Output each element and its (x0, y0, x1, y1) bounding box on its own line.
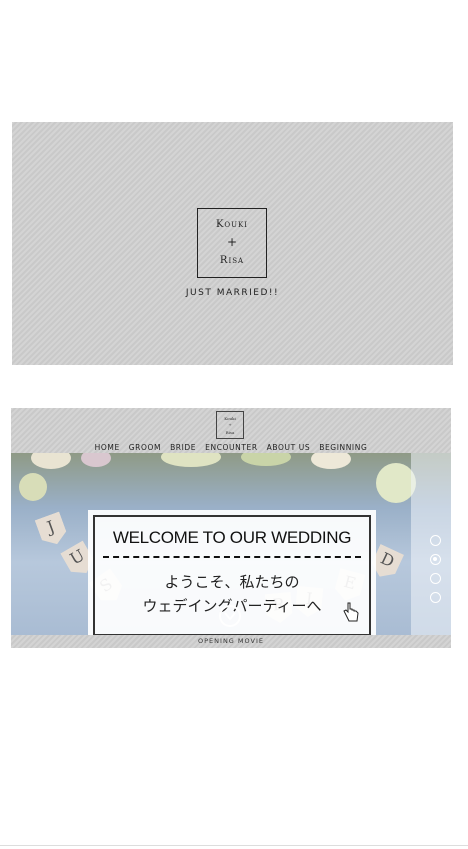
slide-dot-4[interactable] (430, 592, 441, 603)
nav-beginning[interactable]: BEGINNING (319, 443, 367, 452)
bunting-pennant: J (35, 511, 70, 548)
nav-bride[interactable]: BRIDE (170, 443, 196, 452)
nav-about-us[interactable]: ABOUT US (267, 443, 311, 452)
slide-indicators (430, 535, 444, 611)
nav-encounter[interactable]: ENCOUNTER (205, 443, 258, 452)
logo-plus: + (228, 422, 232, 427)
slide-dot-2[interactable] (430, 554, 441, 565)
monogram-logo: Kouki + Risa (197, 208, 267, 278)
tagline: JUST MARRIED!! (185, 288, 280, 298)
chevron-down-circle-icon[interactable] (219, 605, 241, 627)
logo-plus: + (226, 235, 238, 249)
logo-name1: Kouki (224, 416, 236, 421)
welcome-jp-line1: ようこそ、私たちの (164, 573, 300, 591)
site-header: Kouki + Risa HOME GROOM BRIDE ENCOUNTER … (11, 408, 451, 453)
opening-movie-link[interactable]: OPENING MOVIE (11, 637, 451, 645)
slide-dot-3[interactable] (430, 573, 441, 584)
bottom-divider (0, 845, 468, 846)
welcome-title: WELCOME TO OUR WEDDING (112, 528, 352, 547)
hero-banner: Kouki + Risa JUST MARRIED!! (12, 122, 453, 365)
site-preview: Kouki + Risa HOME GROOM BRIDE ENCOUNTER … (11, 408, 451, 648)
dashed-divider (103, 556, 361, 558)
bride-name: Risa (219, 255, 245, 266)
hand-pointer-icon (342, 601, 360, 623)
logo-name2: Risa (225, 430, 235, 435)
preview-footer: OPENING MOVIE (11, 635, 451, 648)
header-logo[interactable]: Kouki + Risa (216, 411, 244, 439)
main-nav: HOME GROOM BRIDE ENCOUNTER ABOUT US BEGI… (11, 443, 451, 452)
nav-home[interactable]: HOME (95, 443, 120, 452)
nav-groom[interactable]: GROOM (129, 443, 161, 452)
slide-dot-1[interactable] (430, 535, 441, 546)
groom-name: Kouki (215, 219, 249, 230)
